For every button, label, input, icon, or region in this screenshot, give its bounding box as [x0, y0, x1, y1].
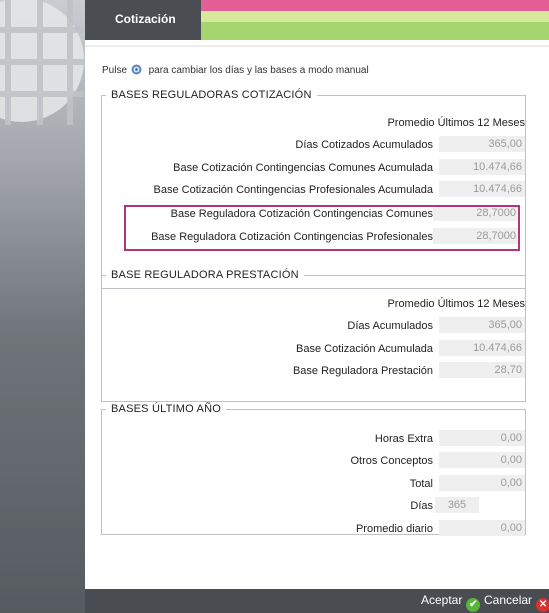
- prestacion-legend: BASE REGULADORA PRESTACIÓN: [111, 269, 299, 281]
- prestacion-section: BASE REGULADORA PRESTACIÓN Promedio Últi…: [101, 269, 526, 402]
- header-stripe-pink: [201, 0, 549, 11]
- field-label: Horas Extra: [374, 433, 433, 445]
- field-value[interactable]: 365,00: [439, 317, 525, 333]
- cotizacion-row-base-comunes: Base Cotización Contingencias Comunes Ac…: [102, 159, 525, 177]
- field-value[interactable]: 0,00: [439, 520, 525, 536]
- field-value[interactable]: 28,70: [439, 362, 525, 378]
- header: Cotización: [85, 0, 549, 47]
- field-value[interactable]: 365: [435, 497, 479, 513]
- field-value[interactable]: 10.474,66: [439, 181, 525, 197]
- cotizacion-row-base-profesionales: Base Cotización Contingencias Profesiona…: [102, 181, 525, 199]
- sidebar-decoration: [0, 0, 85, 613]
- ultimo-row-dias: Días 365: [102, 497, 525, 515]
- header-stripe-lightgreen: [201, 11, 549, 22]
- ultimo-row-promedio-diario: Promedio diario 0,00: [102, 520, 525, 538]
- field-value[interactable]: 0,00: [439, 475, 525, 491]
- close-icon: ✕: [536, 598, 549, 612]
- header-stripe-green: [201, 22, 549, 40]
- field-label: Promedio diario: [355, 523, 433, 535]
- field-label: Otros Conceptos: [350, 455, 433, 467]
- accept-button[interactable]: Aceptar ✔: [421, 593, 481, 612]
- field-label: Base Cotización Contingencias Profesiona…: [153, 184, 433, 196]
- tab-cotizacion[interactable]: Cotización: [85, 0, 201, 40]
- prestacion-row-base-reguladora: Base Reguladora Prestación 28,70: [102, 362, 525, 380]
- ultimo-row-horas-extra: Horas Extra 0,00: [102, 430, 525, 448]
- field-label: Días Cotizados Acumulados: [295, 139, 433, 151]
- ultimo-ano-legend: BASES ÚLTIMO AÑO: [111, 403, 221, 415]
- accept-label: Aceptar: [421, 593, 463, 607]
- ultimo-row-total: Total 0,00: [102, 475, 525, 493]
- field-label: Base Cotización Acumulada: [296, 343, 433, 355]
- field-label: Días Acumulados: [347, 320, 433, 332]
- prestacion-row-base-cotizacion: Base Cotización Acumulada 10.474,66: [102, 340, 525, 358]
- main-content: Pulse para cambiar los días y las bases …: [85, 47, 549, 589]
- footer-bar: Aceptar ✔ Cancelar ✕: [85, 589, 549, 613]
- prestacion-column-header: Promedio Últimos 12 Meses: [387, 298, 525, 310]
- gear-icon[interactable]: [131, 64, 142, 75]
- ultimo-ano-section: BASES ÚLTIMO AÑO Horas Extra 0,00 Otros …: [101, 403, 526, 538]
- cotizacion-row-dias: Días Cotizados Acumulados 365,00: [102, 136, 525, 154]
- cotizacion-legend: BASES REGULADORAS COTIZACIÓN: [111, 89, 312, 101]
- field-value[interactable]: 0,00: [439, 452, 525, 468]
- field-value[interactable]: 10.474,66: [439, 340, 525, 356]
- manual-mode-hint: Pulse para cambiar los días y las bases …: [102, 64, 369, 76]
- prestacion-row-dias: Días Acumulados 365,00: [102, 317, 525, 335]
- cotizacion-column-header: Promedio Últimos 12 Meses: [387, 117, 525, 129]
- globe-decoration: [0, 0, 84, 125]
- ultimo-row-otros-conceptos: Otros Conceptos 0,00: [102, 452, 525, 470]
- field-value[interactable]: 10.474,66: [439, 159, 525, 175]
- field-label: Total: [409, 478, 433, 490]
- hint-text-before: Pulse: [102, 65, 128, 76]
- field-label: Base Reguladora Prestación: [292, 365, 433, 377]
- highlight-frame: [124, 205, 520, 251]
- check-icon: ✔: [466, 598, 481, 612]
- field-label: Base Cotización Contingencias Comunes Ac…: [173, 162, 433, 174]
- cancel-button[interactable]: Cancelar ✕: [484, 593, 549, 612]
- field-label: Días: [410, 500, 433, 512]
- field-value[interactable]: 365,00: [439, 136, 525, 152]
- hint-text-after: para cambiar los días y las bases a modo…: [148, 65, 369, 76]
- cancel-label: Cancelar: [484, 593, 533, 607]
- cotizacion-section: BASES REGULADORAS COTIZACIÓN Promedio Úl…: [101, 89, 526, 289]
- field-value[interactable]: 0,00: [439, 430, 525, 446]
